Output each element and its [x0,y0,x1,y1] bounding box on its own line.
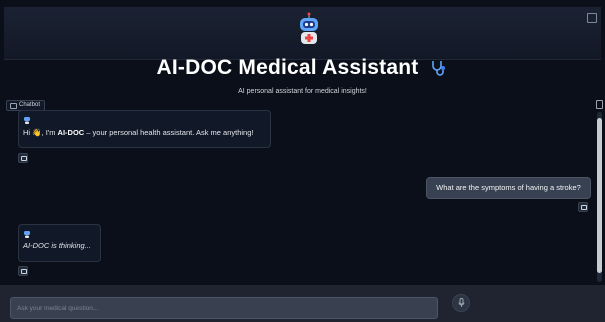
page-title-text: AI-DOC Medical Assistant [156,56,419,79]
bot-avatar-icon [24,231,30,238]
wave-emoji: 👋 [32,128,42,137]
greeting-pre: , I'm [41,128,58,137]
user-message: What are the symptoms of having a stroke… [426,177,591,199]
greeting-post: – your personal health assistant. Ask me… [84,128,254,137]
thinking-text: AI-DOC is thinking... [23,241,91,250]
user-message-text: What are the symptoms of having a stroke… [436,183,581,192]
copy-button[interactable] [578,202,588,212]
page-title: AI-DOC Medical Assistant [0,56,605,80]
chatbot-label-text: Chatbot [19,102,41,108]
assistant-thinking-message: AI-DOC is thinking... [18,224,101,262]
app-header [4,7,601,60]
stethoscope-icon [432,61,446,76]
assistant-name: AI-DOC [57,128,85,137]
scroll-thumb[interactable] [597,118,602,273]
fullscreen-icon[interactable] [587,13,597,23]
microphone-button[interactable] [452,294,470,312]
assistant-message: Hi 👋, I'm AI-DOC – your personal health … [18,110,271,148]
chat-scrollbar[interactable] [597,112,602,282]
copy-button[interactable] [18,153,28,163]
trash-icon[interactable] [596,100,603,109]
greeting-text: Hi [23,128,31,137]
microphone-icon [458,298,465,307]
robot-doctor-icon [300,12,318,44]
assistant-message-text: Hi 👋, I'm AI-DOC – your personal health … [23,128,270,137]
subtitle: AI personal assistant for medical insigh… [238,88,367,95]
question-input[interactable] [10,297,438,319]
copy-button[interactable] [18,266,28,276]
bot-avatar-icon [24,117,30,124]
